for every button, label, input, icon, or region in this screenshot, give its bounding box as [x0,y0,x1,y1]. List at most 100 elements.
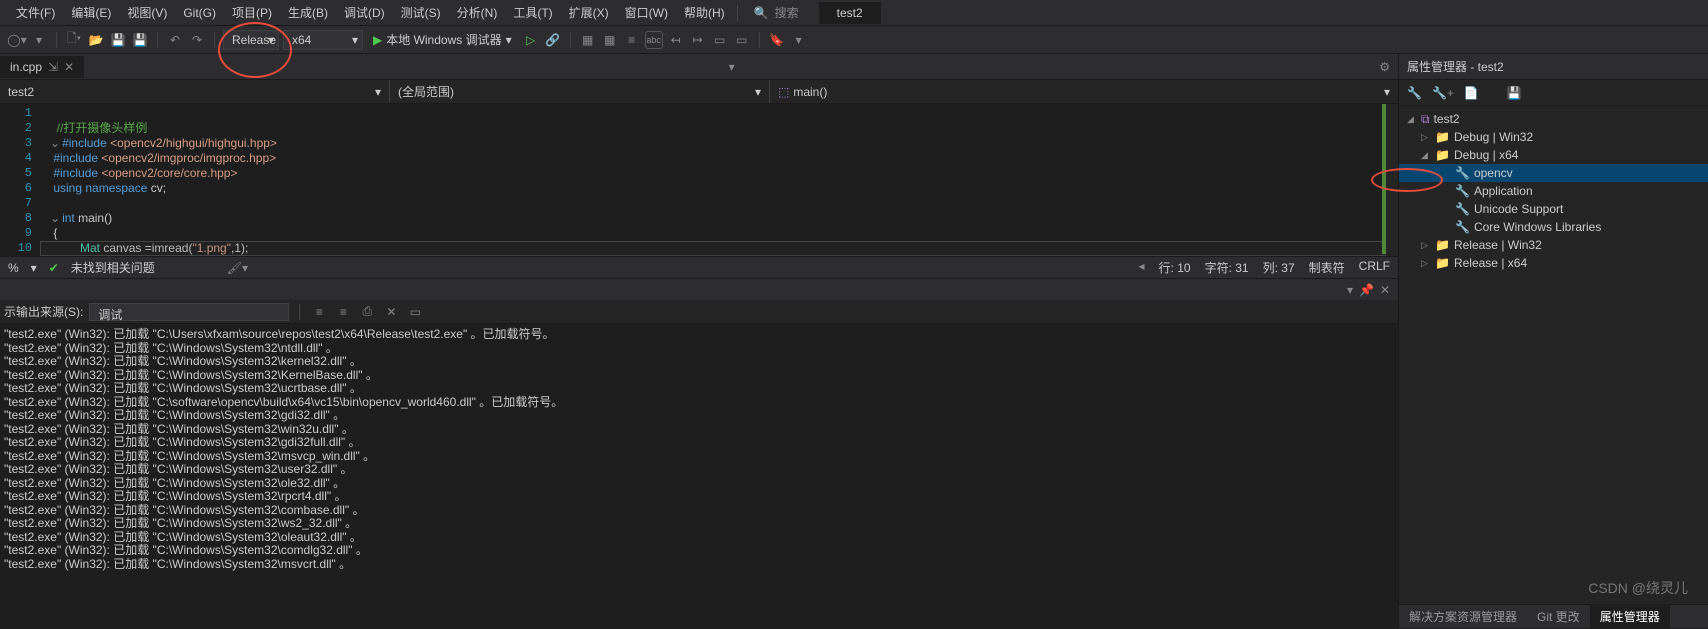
code-area[interactable]: //打开摄像头样例 ⌄#include <opencv2/highgui/hig… [40,104,1398,256]
new-icon[interactable]: 🗋▾ [65,31,83,49]
tool-icon[interactable]: ≡ [310,303,328,321]
panel-title: 属性管理器 - test2 [1399,54,1708,80]
tool-icon[interactable]: ↤ [667,31,685,49]
editor-status-bar: %▾ ✔ 未找到相关问题 🖌▾ ◂ 行: 10 字符: 31 列: 37 制表符… [0,256,1398,278]
status-char: 字符: 31 [1205,259,1249,276]
property-tree[interactable]: ◢⧉test2 ▷📁Debug | Win32 ◢📁Debug | x64 🔧o… [1399,106,1708,604]
forward-icon[interactable]: ▾ [30,31,48,49]
menu-bar: 文件(F) 编辑(E) 视图(V) Git(G) 项目(P) 生成(B) 调试(… [0,0,1708,26]
tab-property-manager[interactable]: 属性管理器 [1590,604,1670,629]
tree-item[interactable]: ▷📁Release | x64 [1399,254,1708,272]
bookmark-icon[interactable]: 🔖 [768,31,786,49]
menu-view[interactable]: 视图(V) [119,1,175,24]
errors-label: 未找到相关问题 [71,259,155,276]
start-debug-button[interactable]: ▶本地 Windows 调试器▾ [367,31,518,48]
menu-tools[interactable]: 工具(T) [505,1,560,24]
tree-item[interactable]: 🔧Core Windows Libraries [1399,218,1708,236]
menu-debug[interactable]: 调试(D) [336,1,393,24]
pin-icon[interactable]: ⇲ [48,60,58,74]
tab-git-changes[interactable]: Git 更改 [1527,604,1590,629]
tool-icon[interactable]: ▦ [579,31,597,49]
tree-label: Debug | x64 [1454,148,1519,162]
save-all-icon[interactable]: 💾 [131,31,149,49]
menu-build[interactable]: 生成(B) [280,1,336,24]
nav-function-label: main() [793,85,827,99]
current-line-highlight [40,241,1386,256]
menu-extensions[interactable]: 扩展(X) [561,1,617,24]
back-icon[interactable]: ◯▾ [8,31,26,49]
menu-test[interactable]: 测试(S) [393,1,449,24]
separator [759,32,760,48]
undo-icon[interactable]: ↶ [166,31,184,49]
menu-window[interactable]: 窗口(W) [617,1,676,24]
wrench-add-icon[interactable]: 🔧+ [1432,86,1454,100]
tool-icon[interactable]: ▭ [406,303,424,321]
save-icon[interactable]: 💾 [1507,86,1522,100]
menu-edit[interactable]: 编辑(E) [63,1,119,24]
document-tab[interactable]: in.cpp ⇲ ✕ [0,56,84,78]
output-text[interactable]: "test2.exe" (Win32): 已加载 "C:\Users\xfxam… [0,324,1398,628]
tool-icon[interactable]: ▾ [790,31,808,49]
tool-icon[interactable]: ▦ [601,31,619,49]
tab-solution-explorer[interactable]: 解决方案资源管理器 [1399,604,1527,629]
check-icon: ✔ [49,261,59,275]
menu-analyze[interactable]: 分析(N) [449,1,506,24]
redo-icon[interactable]: ↷ [188,31,206,49]
nav-project-combo[interactable]: test2▾ [0,80,390,103]
start-without-debug-icon[interactable]: ▷ [522,31,540,49]
save-icon[interactable]: 💾 [109,31,127,49]
play-icon: ▶ [373,33,382,47]
chevron-down-icon[interactable]: ▾ [725,60,739,74]
search-box[interactable]: 搜索 [775,4,799,21]
tool-icon[interactable]: ≡ [623,31,641,49]
line-gutter: 12345678910 [0,104,40,256]
tree-item-opencv[interactable]: 🔧opencv [1399,164,1708,182]
gear-icon[interactable]: ⚙ [1379,60,1390,74]
tree-item[interactable]: ▷📁Release | Win32 [1399,236,1708,254]
open-icon[interactable]: 📂 [87,31,105,49]
tree-root[interactable]: ◢⧉test2 [1399,110,1708,128]
tree-label: test2 [1434,112,1460,126]
clear-icon[interactable]: ✕ [382,303,400,321]
toolbar: ◯▾ ▾ 🗋▾ 📂 💾 💾 ↶ ↷ Release▾ x64▾ ▶ 本地 Wind… [0,26,1708,54]
nav-left-icon[interactable]: ◂ [1139,259,1145,276]
wrench-icon[interactable]: 🔧 [1407,86,1422,100]
abc-icon[interactable]: abc [645,31,663,49]
pin-icon[interactable]: 📌 [1359,283,1374,297]
output-source-combo[interactable]: 调试 [89,303,289,321]
close-icon[interactable]: ✕ [1380,283,1390,297]
code-editor[interactable]: 12345678910 //打开摄像头样例 ⌄#include <opencv2… [0,104,1398,256]
nav-scope-combo[interactable]: (全局范围)▾ [390,80,770,103]
debug-button-label: 本地 Windows 调试器 [386,31,501,48]
solution-tab[interactable]: test2 [819,2,881,24]
tree-label: Core Windows Libraries [1474,220,1601,234]
nav-function-combo[interactable]: ⬚main()▾ [770,80,1398,103]
add-existing-icon[interactable]: 📄 [1464,86,1479,100]
brush-icon[interactable]: 🖌▾ [227,261,248,275]
tree-item[interactable]: ▷📁Debug | Win32 [1399,128,1708,146]
tree-item[interactable]: 🔧Unicode Support [1399,200,1708,218]
status-crlf: CRLF [1359,259,1390,276]
close-icon[interactable]: ✕ [64,60,74,74]
output-panel-header: ▾ 📌 ✕ [0,278,1398,300]
attach-icon[interactable]: 🔗 [544,31,562,49]
tree-label: Application [1474,184,1533,198]
tree-item[interactable]: 🔧Application [1399,182,1708,200]
tool-icon[interactable]: ⎙ [358,303,376,321]
configuration-combo[interactable]: Release▾ [223,30,279,50]
platform-combo[interactable]: x64▾ [283,30,363,50]
menu-file[interactable]: 文件(F) [8,1,63,24]
percent-label: % [8,261,19,275]
menu-git[interactable]: Git(G) [175,3,224,23]
separator [214,32,215,48]
menu-project[interactable]: 项目(P) [224,1,280,24]
tool-icon[interactable]: ▭ [733,31,751,49]
status-col: 列: 37 [1263,259,1295,276]
menu-help[interactable]: 帮助(H) [676,1,733,24]
dropdown-icon[interactable]: ▾ [1347,283,1353,297]
tool-icon[interactable]: ↦ [689,31,707,49]
scrollbar[interactable] [1386,104,1398,256]
tool-icon[interactable]: ≡ [334,303,352,321]
tool-icon[interactable]: ▭ [711,31,729,49]
tree-item[interactable]: ◢📁Debug | x64 [1399,146,1708,164]
